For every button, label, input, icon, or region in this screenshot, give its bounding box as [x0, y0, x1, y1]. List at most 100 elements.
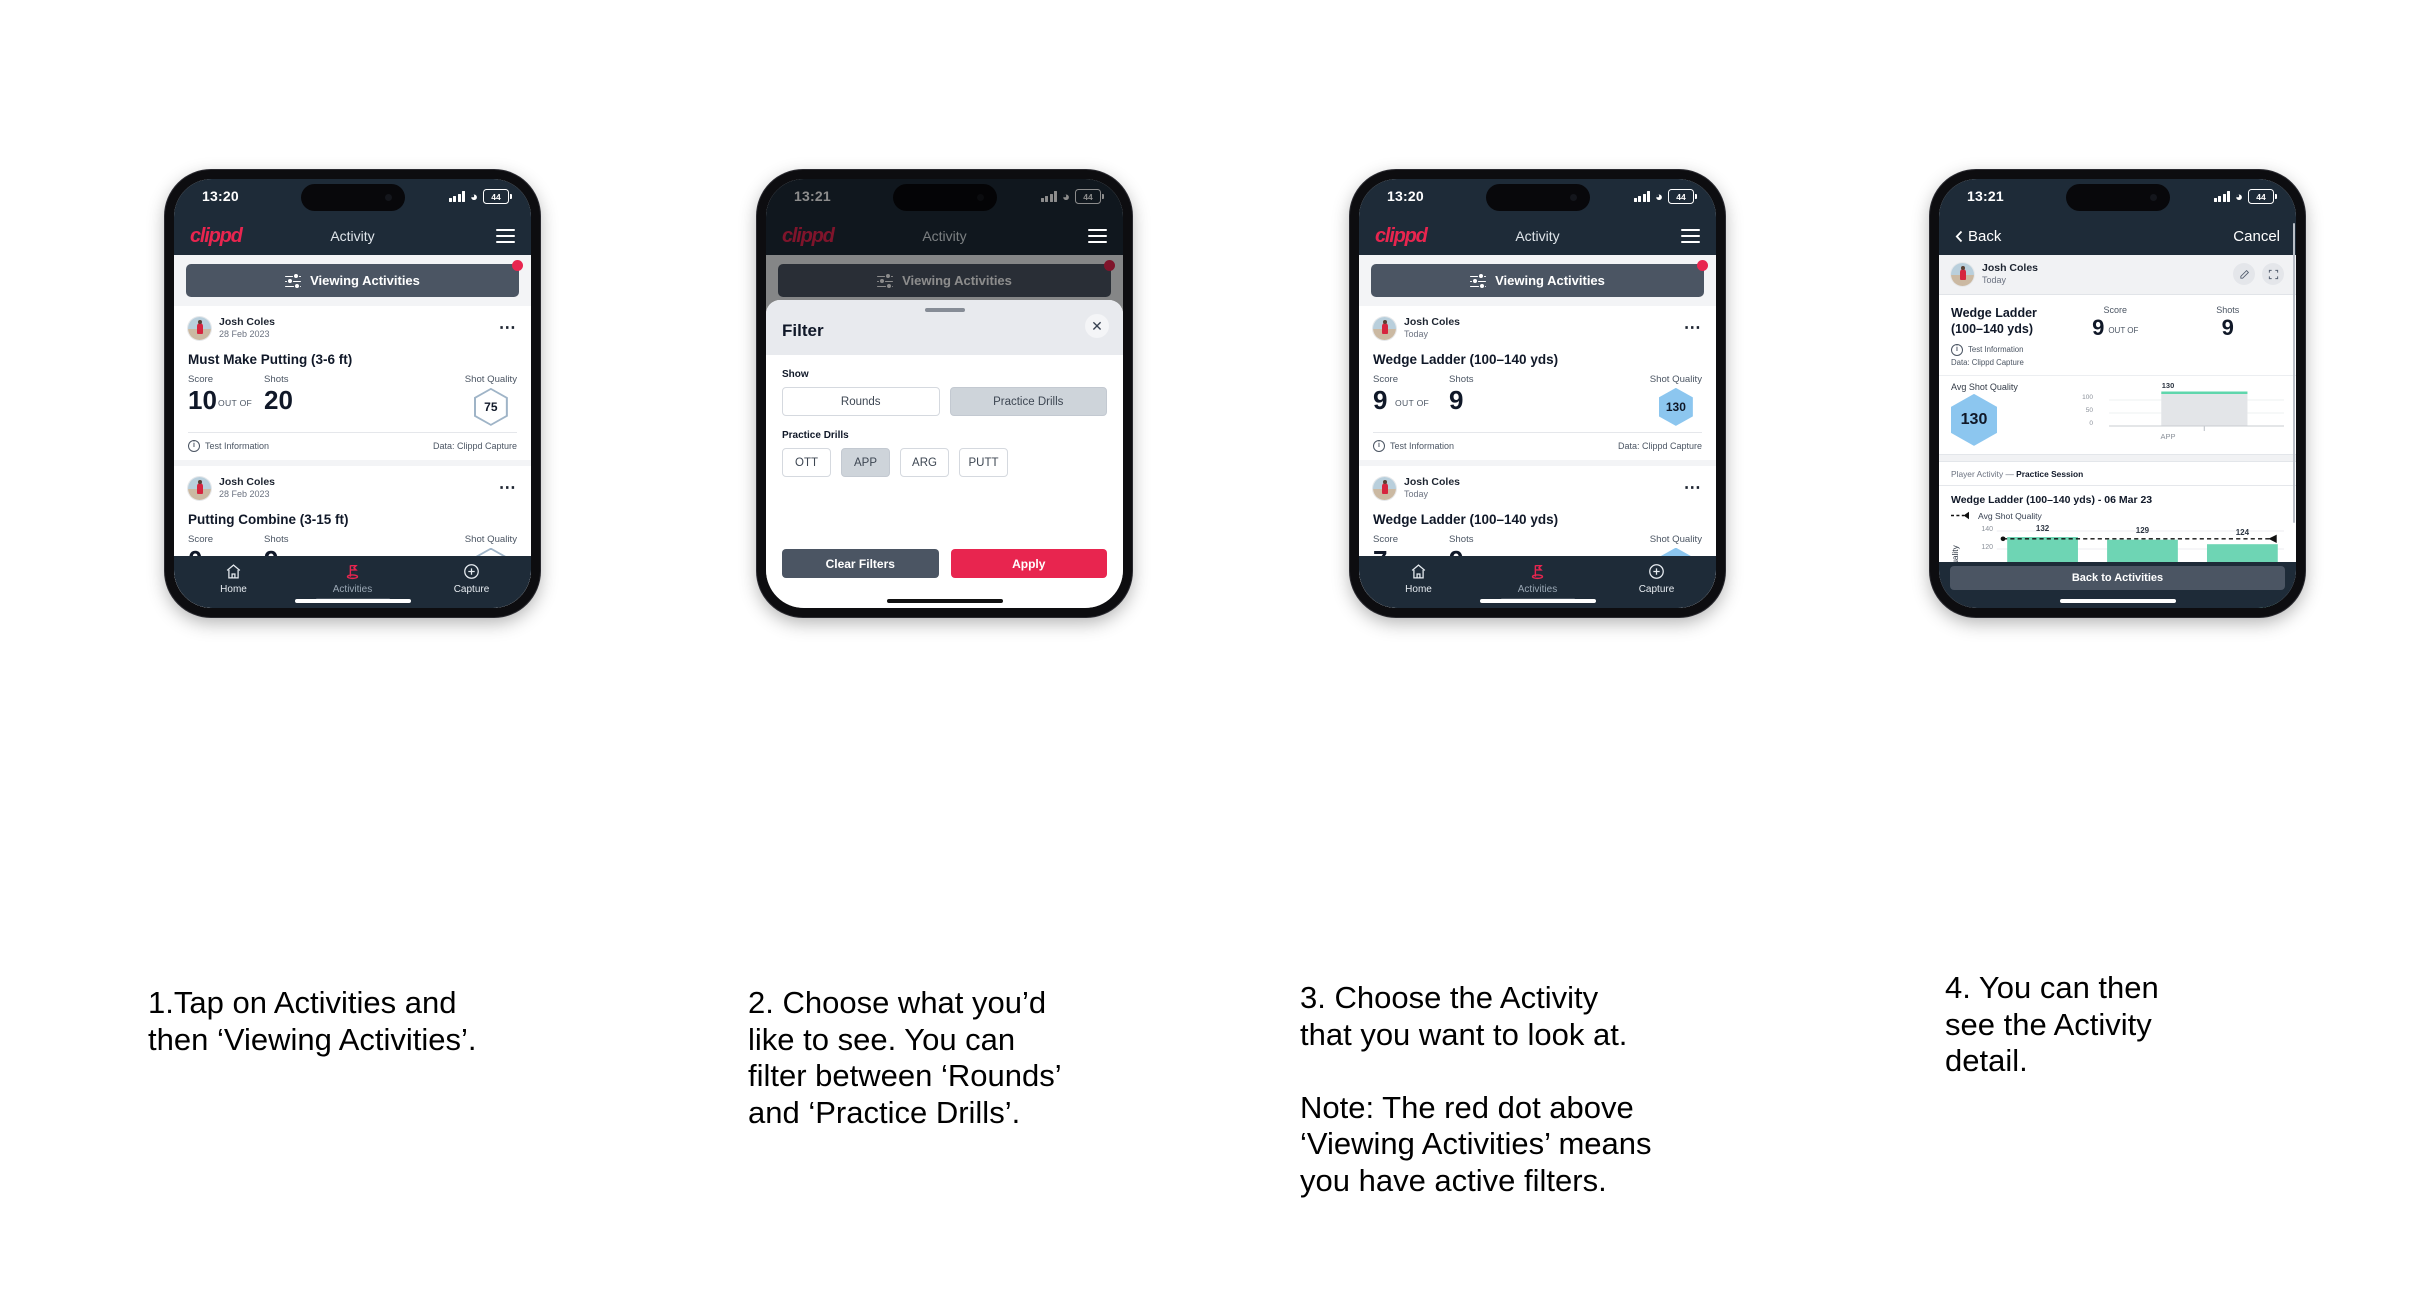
drill-option-ott[interactable]: OTT [782, 448, 831, 477]
avatar [1951, 262, 1974, 286]
tutorial-board: 13:20 ◕ 44 clippd Activity Viewing Activ… [0, 0, 2423, 1303]
filter-sheet: Filter ✕ Show Rounds Practice Drills Pra… [766, 300, 1123, 608]
test-information-label: Test Information [1390, 440, 1455, 451]
bar-label-1: 132 [2035, 523, 2050, 533]
test-information[interactable]: i Test Information [1373, 439, 1455, 452]
viewing-activities-label: Viewing Activities [310, 273, 420, 288]
caption-step-2: 2. Choose what you’d like to see. You ca… [748, 985, 1062, 1130]
data-source-label: Data: Clippd Capture [1617, 440, 1702, 451]
viewing-activities-label: Viewing Activities [1495, 273, 1605, 288]
out-of-label: OUT OF [2108, 325, 2139, 335]
detail-actions [2233, 263, 2284, 286]
clear-filters-button[interactable]: Clear Filters [782, 549, 939, 578]
tab-capture-label: Capture [453, 583, 490, 595]
battery-level: 44 [491, 191, 501, 202]
hamburger-menu-icon[interactable] [1681, 229, 1700, 243]
battery-icon: 44 [1668, 189, 1697, 204]
avatar [1373, 316, 1396, 340]
card-more-menu-icon[interactable]: ⋯ [499, 319, 517, 336]
drill-option-app[interactable]: APP [841, 448, 890, 477]
phone-1-activities-list: 13:20 ◕ 44 clippd Activity Viewing Activ… [165, 170, 540, 617]
player-activity-row: Player Activity — Practice Session [1939, 462, 2296, 486]
activity-card[interactable]: Josh Coles 28 Feb 2023 ⋯ Must Make Putti… [174, 306, 531, 460]
signal-bars-icon [1633, 191, 1651, 202]
tab-activities[interactable]: Activities [1500, 562, 1575, 600]
shot-quality-label: Shot Quality [1649, 373, 1702, 385]
score-label: Score [188, 373, 214, 385]
shots-value: 9 [2221, 314, 2234, 340]
avg-line-legend-icon [1951, 512, 1969, 520]
legend-label: Avg Shot Quality [1978, 510, 2042, 521]
mini-bar-label: 130 [2161, 380, 2175, 390]
phone-frame: 13:20 ◕ 44 clippd Activity Viewing Activ… [1350, 170, 1725, 617]
back-button[interactable]: Back [1955, 228, 2001, 245]
phone-screen: 13:21 ◕ 44 clippd Activity Viewing Activ… [766, 179, 1123, 608]
shots-label: Shots [2216, 304, 2240, 315]
avatar [188, 316, 211, 340]
plus-circle-icon [1648, 562, 1665, 581]
tab-capture[interactable]: Capture [437, 562, 507, 595]
card-footer: i Test Information Data: Clippd Capture [188, 431, 517, 460]
signal-bars-icon [448, 191, 466, 202]
back-to-activities-button[interactable]: Back to Activities [1950, 566, 2285, 590]
out-of-label: OUT OF [218, 397, 253, 408]
pencil-icon[interactable] [2233, 263, 2255, 286]
status-bar: 13:21 ◕ 44 [1939, 179, 2296, 217]
shot-quality-label: Shot Quality [464, 373, 517, 385]
vertical-scrollbar[interactable] [2292, 223, 2295, 523]
card-more-menu-icon[interactable]: ⋯ [1684, 479, 1702, 496]
status-indicators: ◕ 44 [2213, 189, 2277, 204]
drill-option-arg[interactable]: ARG [900, 448, 949, 477]
tab-activities-label: Activities [1517, 583, 1558, 595]
shots-value: 9 [1449, 384, 1464, 415]
hamburger-menu-icon[interactable] [496, 229, 515, 243]
shots-metric: Shots 9 [1449, 374, 1474, 415]
card-user: Josh Coles 28 Feb 2023 [188, 316, 275, 341]
tab-home-label: Home [1405, 583, 1432, 595]
drill-option-putt[interactable]: PUTT [959, 448, 1008, 477]
activity-date: Today [1982, 275, 2007, 286]
tab-capture[interactable]: Capture [1622, 562, 1692, 595]
shot-quality-hex: 75 [473, 387, 508, 426]
mini-xtick-app: APP [2160, 431, 2176, 441]
show-option-rounds[interactable]: Rounds [782, 387, 940, 416]
tab-home[interactable]: Home [199, 562, 269, 595]
filter-bar: Viewing Activities [1359, 255, 1716, 306]
shots-label: Shots [1449, 533, 1474, 545]
shots-label: Shots [264, 533, 289, 545]
chevron-left-icon [1955, 230, 1963, 242]
activity-title: Wedge Ladder (100–140 yds) [1373, 511, 1559, 527]
hamburger-menu-icon[interactable] [1088, 229, 1107, 243]
app-bar: clippd Activity [174, 217, 531, 255]
test-information[interactable]: i Test Information [1951, 343, 2059, 356]
test-information[interactable]: i Test Information [188, 439, 269, 452]
activity-card[interactable]: Josh Coles Today ⋯ Wedge Ladder (100–140… [1359, 306, 1716, 460]
drag-handle[interactable] [924, 308, 965, 312]
cancel-button[interactable]: Cancel [2233, 228, 2280, 245]
tab-home[interactable]: Home [1384, 562, 1454, 595]
show-option-practice-drills[interactable]: Practice Drills [949, 387, 1107, 416]
score-label: Score [188, 533, 214, 545]
mini-ytick-100: 100 [2082, 393, 2093, 401]
viewing-activities-button[interactable]: Viewing Activities [1371, 260, 1708, 297]
phone-3-activities-filtered: 13:20 ◕ 44 clippd Activity Viewing Activ… [1350, 170, 1725, 617]
avatar [188, 476, 211, 500]
data-source-label: Data: Clippd Capture [1951, 357, 2024, 367]
show-group-label: Show [782, 369, 809, 380]
card-metrics: Score 9 OUT OF Shots 9 Shot Quality 130 [1373, 374, 1702, 430]
active-filter-badge [512, 260, 523, 271]
fullscreen-icon[interactable] [2262, 263, 2284, 286]
card-more-menu-icon[interactable]: ⋯ [1684, 319, 1702, 336]
card-more-menu-icon[interactable]: ⋯ [499, 479, 517, 496]
apply-button[interactable]: Apply [950, 549, 1107, 578]
sheet-header: Filter ✕ [766, 300, 1123, 355]
status-indicators: ◕ 44 [1633, 189, 1697, 204]
score-label: Score [1373, 533, 1399, 545]
wifi-icon: ◕ [470, 189, 478, 204]
shot-quality-label: Shot Quality [464, 533, 517, 545]
signal-bars-icon [2213, 191, 2231, 202]
close-icon[interactable]: ✕ [1085, 314, 1109, 338]
card-user: Josh Coles 28 Feb 2023 [188, 476, 275, 501]
tab-activities[interactable]: Activities [315, 562, 390, 600]
viewing-activities-button[interactable]: Viewing Activities [186, 260, 523, 297]
